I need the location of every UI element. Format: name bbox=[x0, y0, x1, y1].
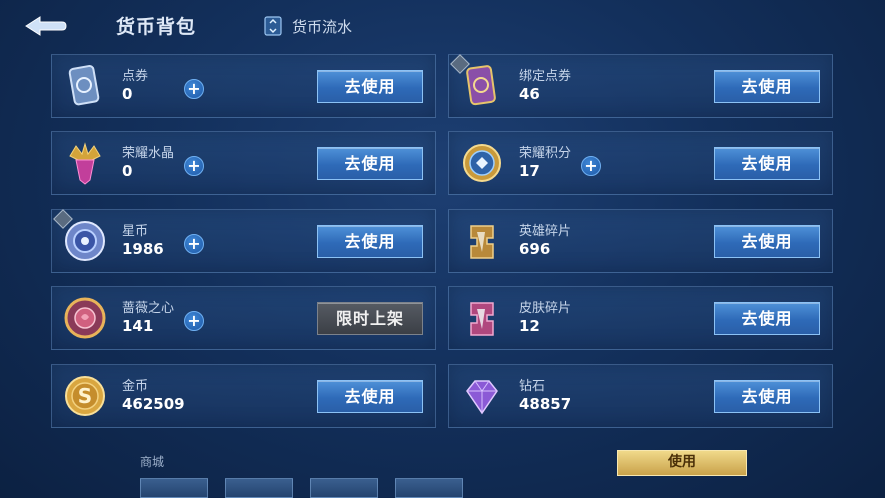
currency-card-diamond: 钻石 48857 去使用 bbox=[448, 364, 833, 428]
currency-amount: 12 bbox=[519, 317, 540, 335]
currency-amount: 1986 bbox=[122, 240, 164, 258]
bottom-item-thumb[interactable] bbox=[225, 478, 293, 498]
top-bar: 货币背包 货币流水 bbox=[0, 0, 885, 52]
bottom-item-thumb[interactable] bbox=[310, 478, 378, 498]
currency-card-skin-fragment: 皮肤碎片 12 去使用 bbox=[448, 286, 833, 350]
currency-name: 皮肤碎片 bbox=[519, 301, 572, 316]
currency-card-gold-coin: S 金币 462509 去使用 bbox=[51, 364, 436, 428]
currency-card-bound-voucher: 绑定点券 46 去使用 bbox=[448, 54, 833, 118]
rose-heart-icon bbox=[64, 297, 106, 339]
currency-amount: 0 bbox=[122, 85, 133, 103]
currency-amount: 0 bbox=[122, 162, 133, 180]
bound-voucher-card-icon bbox=[466, 65, 496, 106]
currency-name: 点券 bbox=[122, 69, 149, 84]
currency-flow-icon bbox=[264, 16, 282, 36]
currency-card-hero-fragment: 英雄碎片 696 去使用 bbox=[448, 209, 833, 273]
currency-name: 英雄碎片 bbox=[519, 224, 572, 239]
glory-crystal-icon bbox=[69, 142, 101, 185]
currency-name: 蔷薇之心 bbox=[122, 301, 175, 316]
use-skin-fragment-button[interactable]: 去使用 bbox=[714, 302, 820, 335]
use-voucher-button[interactable]: 去使用 bbox=[317, 70, 423, 103]
currency-card-star-coin: 星币 1986 + 去使用 bbox=[51, 209, 436, 273]
back-arrow-icon[interactable] bbox=[22, 14, 68, 38]
currency-card-rose-heart: 蔷薇之心 141 + 限时上架 bbox=[51, 286, 436, 350]
gold-coin-icon: S bbox=[65, 376, 105, 416]
use-glory-crystal-button[interactable]: 去使用 bbox=[317, 147, 423, 180]
currency-amount: 141 bbox=[122, 317, 154, 335]
currency-name: 荣耀积分 bbox=[519, 146, 572, 161]
svg-text:S: S bbox=[78, 384, 92, 408]
currency-amount: 696 bbox=[519, 240, 551, 258]
add-glory-crystal-button[interactable]: + bbox=[184, 156, 204, 176]
currency-amount: 17 bbox=[519, 162, 540, 180]
currency-amount: 48857 bbox=[519, 395, 572, 413]
bottom-use-button[interactable]: 使用 bbox=[617, 450, 747, 476]
currency-card-glory-points: 荣耀积分 17 + 去使用 bbox=[448, 131, 833, 195]
limited-time-button[interactable]: 限时上架 bbox=[317, 302, 423, 335]
currency-card-glory-crystal: 荣耀水晶 0 + 去使用 bbox=[51, 131, 436, 195]
currency-name: 星币 bbox=[122, 224, 149, 239]
star-coin-icon bbox=[65, 221, 105, 261]
use-glory-points-button[interactable]: 去使用 bbox=[714, 147, 820, 180]
currency-card-voucher: 点券 0 + 去使用 bbox=[51, 54, 436, 118]
diamond-icon bbox=[466, 380, 498, 415]
skin-fragment-icon bbox=[470, 302, 494, 336]
add-voucher-button[interactable]: + bbox=[184, 79, 204, 99]
voucher-card-icon bbox=[68, 64, 100, 106]
currency-flow-label: 货币流水 bbox=[292, 17, 353, 36]
use-diamond-button[interactable]: 去使用 bbox=[714, 380, 820, 413]
add-glory-points-button[interactable]: + bbox=[581, 156, 601, 176]
currency-amount: 462509 bbox=[122, 395, 185, 413]
page-title: 货币背包 bbox=[116, 16, 197, 38]
use-star-coin-button[interactable]: 去使用 bbox=[317, 225, 423, 258]
glory-points-icon bbox=[463, 144, 501, 182]
use-hero-fragment-button[interactable]: 去使用 bbox=[714, 225, 820, 258]
add-star-coin-button[interactable]: + bbox=[184, 234, 204, 254]
currency-name: 金币 bbox=[122, 379, 149, 394]
currency-name: 钻石 bbox=[519, 379, 546, 394]
currency-flow-tab[interactable]: 货币流水 bbox=[262, 14, 352, 38]
bottom-section-label: 商城 bbox=[140, 455, 165, 469]
use-gold-coin-button[interactable]: 去使用 bbox=[317, 380, 423, 413]
bottom-item-thumb[interactable] bbox=[140, 478, 208, 498]
add-rose-heart-button[interactable]: + bbox=[184, 311, 204, 331]
currency-name: 绑定点券 bbox=[519, 69, 572, 84]
currency-amount: 46 bbox=[519, 85, 540, 103]
bottom-item-thumb[interactable] bbox=[395, 478, 463, 498]
hero-fragment-icon bbox=[470, 225, 494, 259]
use-bound-voucher-button[interactable]: 去使用 bbox=[714, 70, 820, 103]
currency-name: 荣耀水晶 bbox=[122, 146, 175, 161]
